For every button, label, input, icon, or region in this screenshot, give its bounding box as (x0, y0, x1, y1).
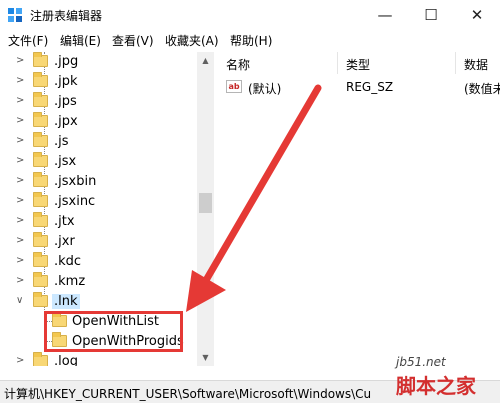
watermark-text: 脚本之家 (396, 374, 476, 398)
annotation-arrow (186, 84, 322, 312)
watermark: jb51.net 脚本之家 (390, 355, 498, 401)
watermark-site: jb51.net (396, 355, 446, 369)
